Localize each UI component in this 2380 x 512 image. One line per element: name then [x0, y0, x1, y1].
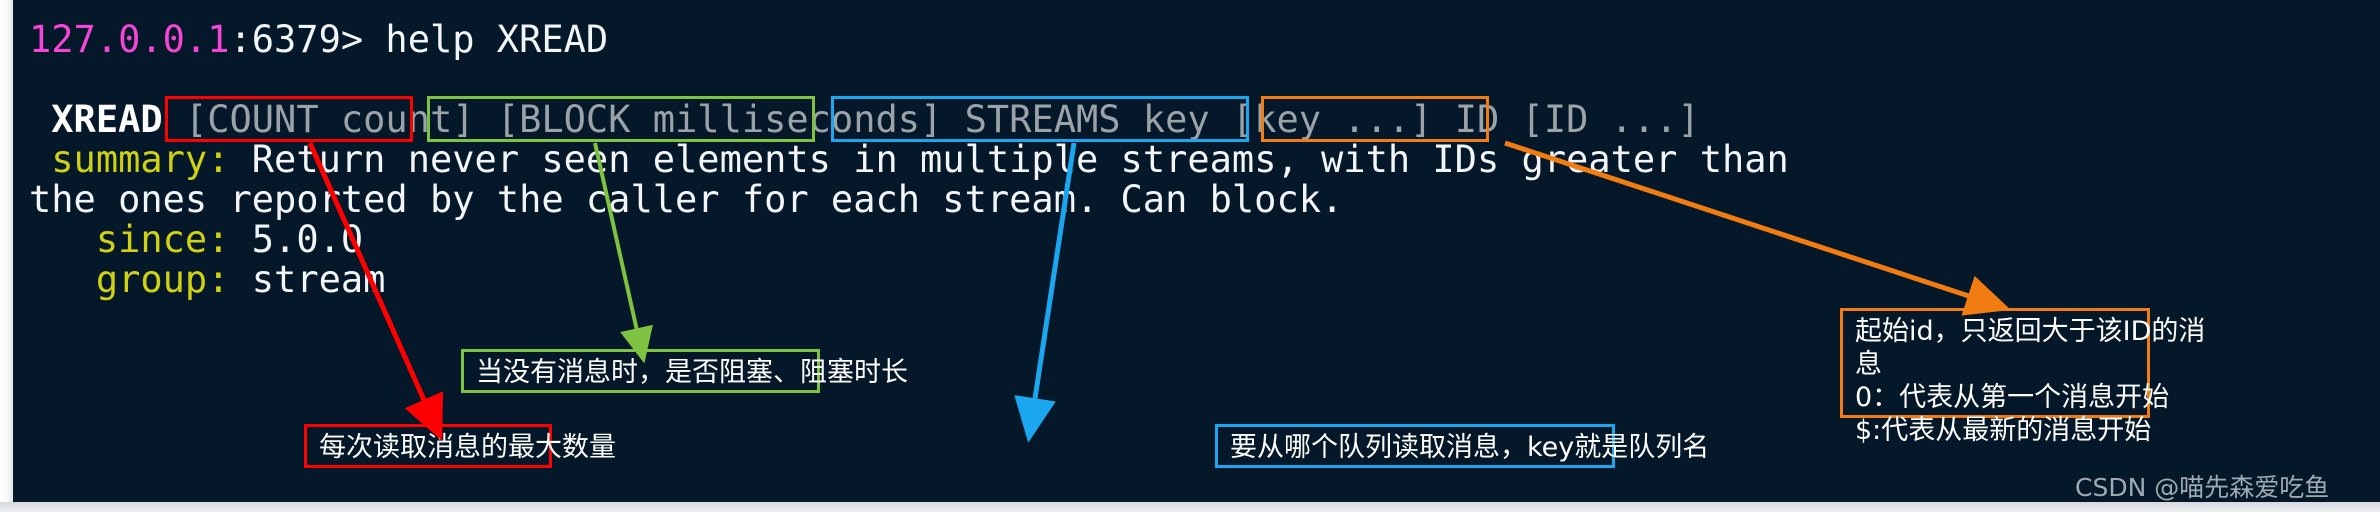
prompt-host: 127.0.0.1 [29, 18, 230, 61]
summary-line-1: summary: Return never seen elements in m… [29, 140, 1789, 180]
annotation-id-line-1: 起始id，只返回大于该ID的消 [1855, 316, 2206, 347]
bottom-bar [0, 502, 2380, 512]
usage-command-name: XREAD [51, 98, 163, 141]
summary-value-line-1: Return never seen elements in multiple s… [251, 138, 1789, 181]
terminal-window[interactable]: 127.0.0.1:6379> help XREAD XREAD [COUNT … [13, 0, 2380, 502]
group-line: group: stream [29, 258, 386, 301]
annotation-streams-line-1: 要从哪个队列读取消息，key就是队列名 [1230, 432, 1710, 463]
terminal-prompt-line: 127.0.0.1:6379> help XREAD [29, 20, 608, 60]
usage-line: XREAD [COUNT count] [BLOCK milliseconds]… [29, 98, 1700, 141]
since-line: since: 5.0.0 [29, 220, 363, 260]
prompt-port: :6379> [229, 18, 364, 61]
annotation-count-line-1: 每次读取消息的最大数量 [319, 432, 616, 463]
summary-value-line-2: the ones reported by the caller for each… [29, 178, 1344, 221]
summary-line-2: the ones reported by the caller for each… [29, 180, 1343, 220]
csdn-watermark: CSDN @喵先森爱吃鱼 [2075, 473, 2330, 502]
since-label: since: [95, 218, 230, 261]
usage-arg-id: ID [ID ...] [1454, 98, 1700, 141]
screenshot-root: 127.0.0.1:6379> help XREAD XREAD [COUNT … [0, 0, 2380, 512]
usage-arg-streams: STREAMS key [key ...] [964, 98, 1433, 141]
annotation-id-line-3: 0：代表从第一个消息开始 [1855, 382, 2170, 413]
left-gutter [0, 0, 13, 512]
usage-arg-block: [BLOCK milliseconds] [496, 98, 943, 141]
annotation-block: 当没有消息时，是否阻塞、阻塞时长 [461, 349, 908, 393]
annotation-id-line-2: 息 [1855, 349, 1882, 380]
since-value: 5.0.0 [251, 218, 364, 261]
summary-label: summary: [51, 138, 230, 181]
annotation-id-line-4: $:代表从最新的消息开始 [1855, 415, 2152, 446]
annotation-block-line-1: 当没有消息时，是否阻塞、阻塞时长 [476, 357, 908, 388]
prompt-command: help XREAD [363, 18, 609, 61]
annotation-id: 起始id，只返回大于该ID的消息 0：代表从第一个消息开始 $:代表从最新的消息开始 [1840, 308, 2205, 446]
usage-arg-count: [COUNT count] [184, 98, 475, 141]
group-value: stream [251, 258, 386, 301]
annotation-count: 每次读取消息的最大数量 [304, 424, 616, 468]
annotation-streams: 要从哪个队列读取消息，key就是队列名 [1215, 424, 1709, 468]
group-label: group: [95, 258, 230, 301]
